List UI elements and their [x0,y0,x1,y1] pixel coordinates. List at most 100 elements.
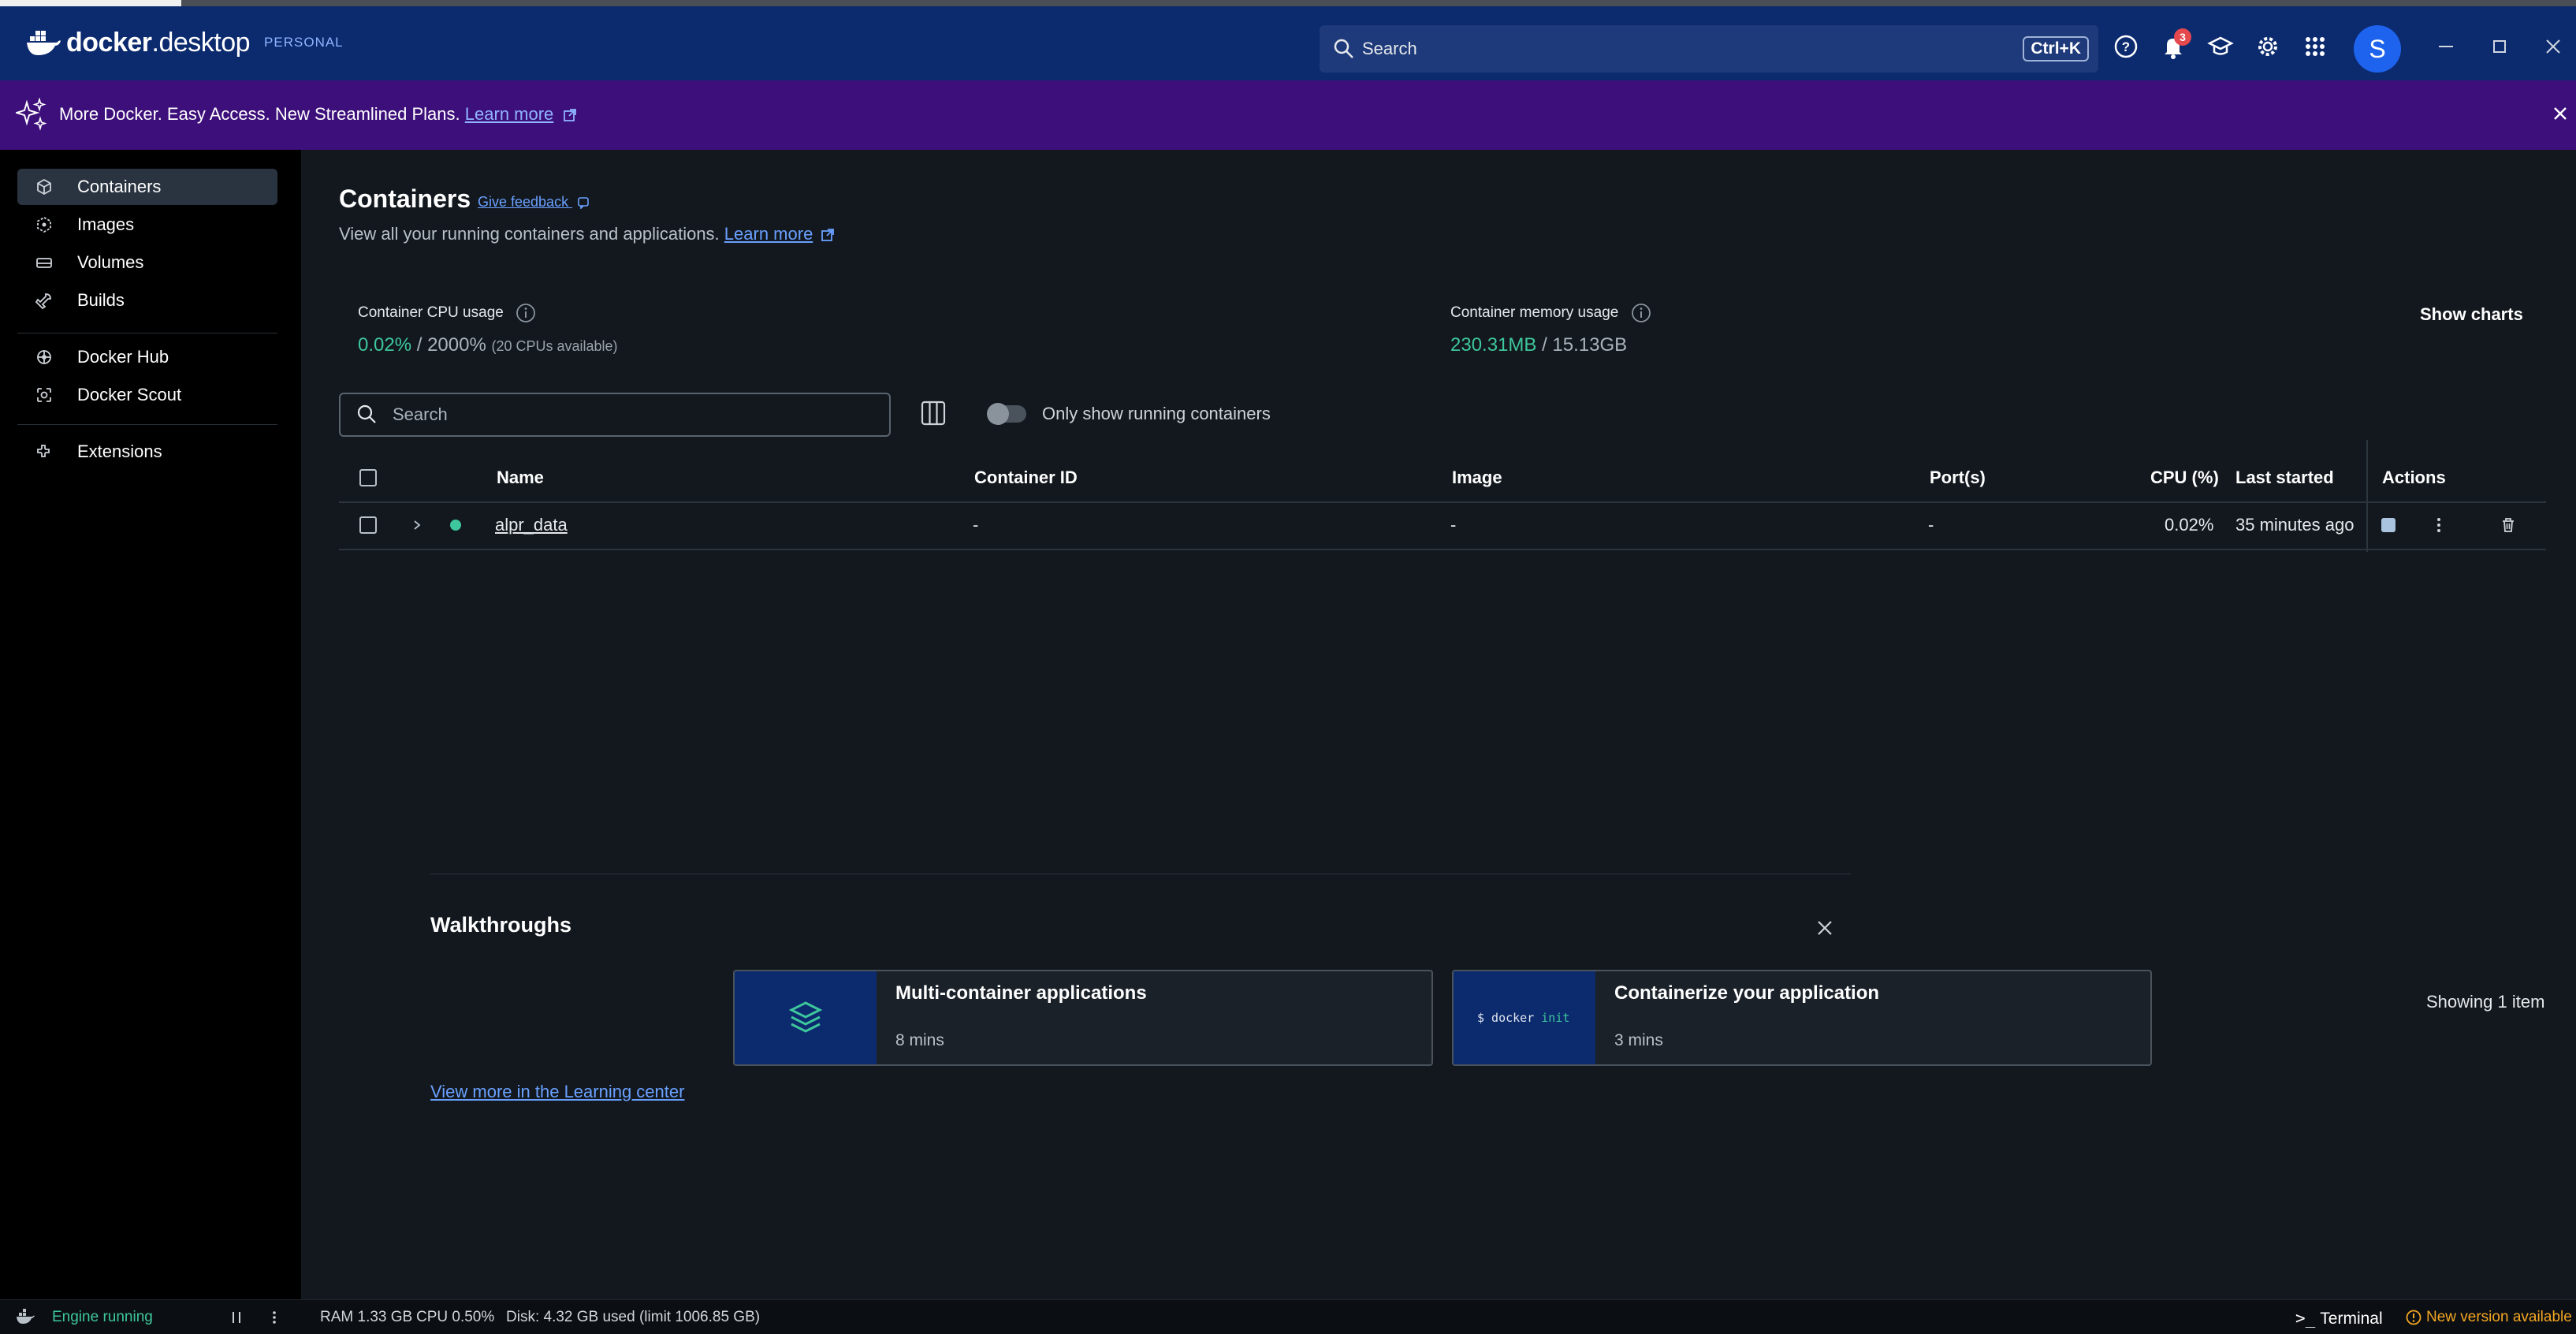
cpu-usage-value: 0.02% / 2000% (20 CPUs available) [358,334,618,356]
svg-text:?: ? [2122,39,2130,54]
external-link-icon [564,109,577,122]
delete-trash-icon[interactable] [2499,516,2518,535]
showing-count: Showing 1 item [2426,992,2545,1012]
walkthrough-thumbnail [735,971,877,1064]
sidebar-item-extensions[interactable]: Extensions [17,434,277,470]
subtitle-learn-more-link[interactable]: Learn more [724,224,813,244]
sidebar-divider [17,333,277,334]
sidebar-item-volumes[interactable]: Volumes [17,244,277,281]
sidebar-item-label: Docker Hub [77,347,169,367]
container-name-link[interactable]: alpr_data [495,501,568,549]
give-feedback-link[interactable]: Give feedback [478,194,590,211]
search-icon [357,404,376,423]
new-version-notice[interactable]: New version available [2406,1309,2572,1326]
sidebar-item-builds[interactable]: Builds [17,282,277,319]
search-icon [1334,39,1353,58]
row-checkbox[interactable] [359,516,377,534]
show-charts-button[interactable]: Show charts [2420,304,2523,325]
sidebar-item-label: Builds [77,290,125,310]
ram-usage: RAM 1.33 GB [320,1309,413,1325]
header-divider [339,501,2546,503]
app-header: docker.desktop PERSONAL Search Ctrl+K ? … [0,6,2576,80]
search-placeholder: Search [1362,39,1417,58]
info-icon[interactable] [1631,303,1651,323]
docker-desktop-logo[interactable]: docker.desktop PERSONAL [25,24,344,61]
walkthrough-duration: 3 mins [1614,1031,1663,1049]
terminal-button[interactable]: >_ Terminal [2295,1309,2383,1328]
containers-icon [37,178,51,196]
memory-usage-value: 230.31MB / 15.13GB [1450,334,1628,356]
sidebar-item-containers[interactable]: Containers [17,169,277,205]
column-header-last-started[interactable]: Last started [2235,454,2334,501]
column-header-image[interactable]: Image [1452,454,1502,501]
more-options-icon[interactable] [2429,516,2448,535]
builds-icon [35,293,51,310]
settings-gear-icon[interactable] [2254,33,2281,60]
layers-icon [788,1001,823,1033]
banner-close-icon[interactable] [2551,104,2570,123]
container-search-input[interactable]: Search [339,393,891,437]
status-running-dot [450,520,461,531]
toggle-knob [987,403,1009,425]
column-header-cpu[interactable]: CPU (%) [2150,454,2219,501]
engine-more-icon[interactable] [266,1310,282,1325]
images-icon [37,216,51,233]
external-link-icon [821,229,835,242]
chevron-right-icon[interactable] [410,518,424,532]
memory-usage-label: Container memory usage [1450,303,1651,323]
image-cell: - [1450,515,1457,535]
sidebar-item-docker-scout[interactable]: Docker Scout [17,377,277,413]
banner-learn-more-link[interactable]: Learn more [465,104,554,124]
select-all-checkbox[interactable] [359,469,377,486]
disk-usage: Disk: 4.32 GB used (limit 1006.85 GB) [506,1309,761,1325]
column-header-name[interactable]: Name [497,454,544,501]
docker-hub-icon [37,350,51,364]
pause-icon[interactable] [229,1310,244,1325]
user-avatar[interactable]: S [2354,25,2401,73]
apps-grid-icon[interactable] [2302,33,2328,60]
sidebar-item-label: Containers [77,177,162,196]
maximize-icon[interactable] [2486,33,2513,60]
learning-center-icon[interactable] [2207,33,2234,60]
row-divider [339,549,2546,550]
docker-init-code-snippet: $ docker init [1477,1011,1570,1025]
walkthrough-card-containerize[interactable]: $ docker init Containerize your applicat… [1452,970,2152,1066]
plan-label: PERSONAL [264,35,344,50]
help-icon[interactable]: ? [2113,33,2139,60]
stop-icon[interactable] [2381,517,2396,533]
notification-count-badge: 3 [2174,28,2191,46]
learning-center-link[interactable]: View more in the Learning center [430,1082,684,1102]
cpu-usage: CPU 0.50% [416,1309,495,1325]
column-header-ports[interactable]: Port(s) [1930,454,1986,501]
sidebar-item-label: Images [77,214,135,234]
actions-column-separator [2366,440,2368,552]
sidebar-item-label: Volumes [77,252,144,272]
promo-banner: More Docker. Easy Access. New Streamline… [0,80,2576,150]
running-only-toggle[interactable] [987,403,1026,425]
brand-name: docker.desktop [66,27,251,58]
close-window-icon[interactable] [2540,33,2567,60]
global-search-input[interactable]: Search Ctrl+K [1320,25,2098,73]
feedback-icon [578,197,589,211]
warning-info-icon [2406,1310,2422,1325]
engine-status[interactable]: Engine running [52,1309,153,1326]
info-icon[interactable] [516,303,536,323]
search-placeholder: Search [393,404,448,424]
main-content: Containers Give feedback View all your r… [301,150,2576,1299]
cpu-cell: 0.02% [2165,515,2214,535]
minimize-icon[interactable] [2433,33,2459,60]
column-header-container-id[interactable]: Container ID [974,454,1078,501]
walkthroughs-close-icon[interactable] [1813,916,1837,940]
columns-icon[interactable] [919,399,947,427]
sidebar-item-images[interactable]: Images [17,207,277,243]
walkthrough-card-multi-container[interactable]: Multi-container applications 8 mins [733,970,1433,1066]
sidebar-item-docker-hub[interactable]: Docker Hub [17,339,277,375]
sidebar: Containers Images Volumes Builds Docker … [0,150,301,1299]
page-subtitle: View all your running containers and app… [339,224,835,244]
ports-cell: - [1928,515,1934,535]
cpu-usage-label: Container CPU usage [358,303,536,323]
walkthrough-thumbnail: $ docker init [1454,971,1595,1064]
walkthrough-duration: 8 mins [895,1031,944,1049]
page-title: Containers [339,184,471,213]
status-bar: Engine running RAM 1.33 GB CPU 0.50% Dis… [0,1299,2576,1334]
